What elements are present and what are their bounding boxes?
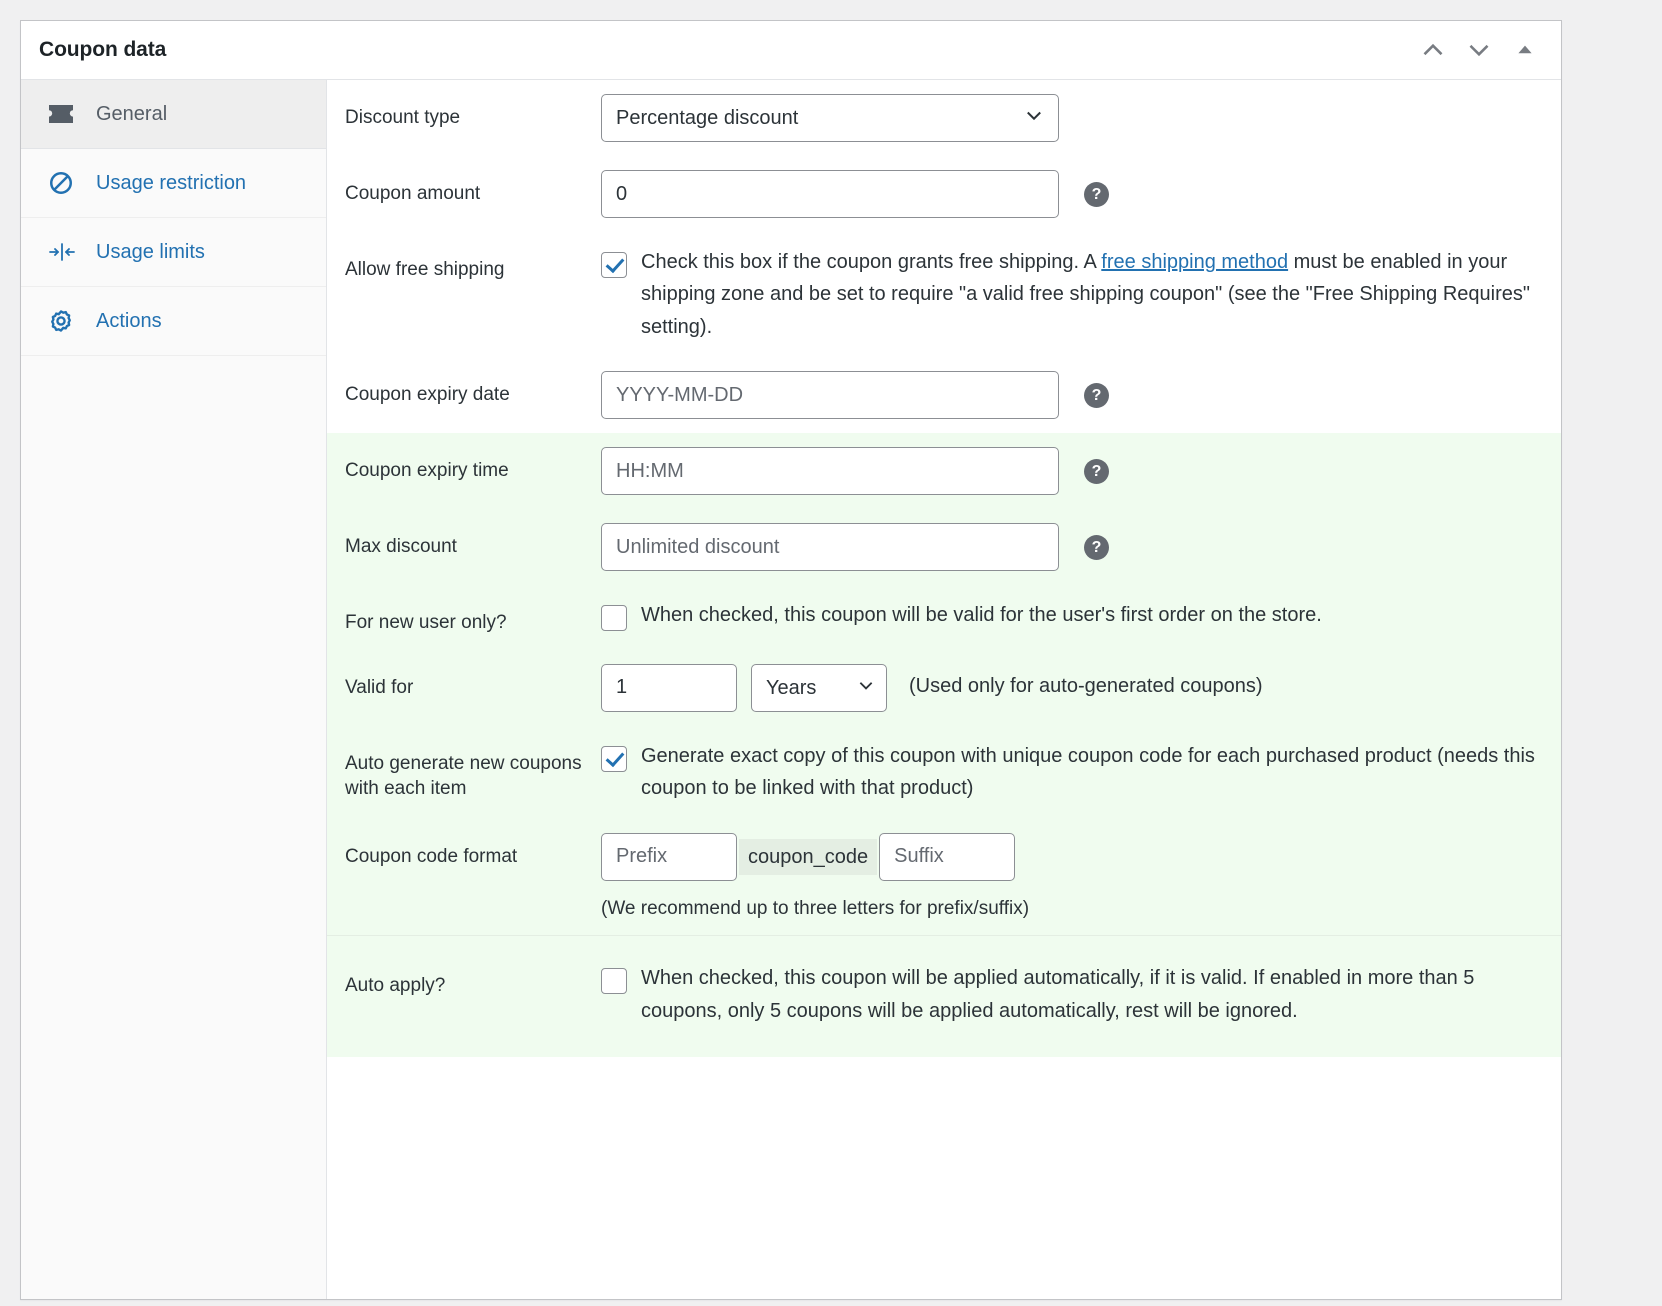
allow-free-shipping-checkbox[interactable] — [601, 252, 627, 278]
coupon-data-tabs: General Usage restriction Usage limits A… — [21, 80, 327, 1299]
field-for-new-user-only: For new user only? When checked, this co… — [327, 585, 1561, 650]
coupon-amount-input[interactable] — [601, 170, 1059, 218]
general-options-group: Discount type Percentage discount Coupon… — [327, 80, 1561, 434]
triangle-up-icon — [1514, 39, 1536, 61]
screen: Coupon data General Usage restriction Us… — [0, 0, 1662, 1306]
sidebar-item-general[interactable]: General — [21, 80, 326, 149]
for-new-user-only-checkbox[interactable] — [601, 605, 627, 632]
sidebar-item-label: Usage restriction — [96, 172, 247, 194]
move-down-button[interactable] — [1457, 28, 1501, 72]
coupon-expiry-time-label: Coupon expiry time — [345, 460, 509, 482]
coupon-options: Discount type Percentage discount Coupon… — [327, 80, 1561, 1299]
help-icon[interactable]: ? — [1084, 383, 1109, 409]
valid-for-note: (Used only for auto-generated coupons) — [909, 674, 1263, 697]
move-up-button[interactable] — [1411, 28, 1455, 72]
auto-apply-label: Auto apply? — [345, 975, 446, 997]
for-new-user-only-description: When checked, this coupon will be valid … — [641, 604, 1322, 627]
sidebar-item-label: General — [96, 103, 168, 125]
free-shipping-text-before: Check this box if the coupon grants free… — [641, 251, 1102, 273]
ticket-icon — [48, 104, 78, 124]
toggle-panel-button[interactable] — [1503, 28, 1547, 72]
coupon-data-panel: Coupon data General Usage restriction Us… — [20, 20, 1562, 1300]
sidebar-item-label: Actions — [96, 310, 162, 332]
coupon-expiry-date-label: Coupon expiry date — [345, 384, 510, 406]
sidebar-item-usage-limits[interactable]: Usage limits — [21, 218, 326, 287]
sidebar-item-usage-restriction[interactable]: Usage restriction — [21, 149, 326, 218]
allow-free-shipping-description: Check this box if the coupon grants free… — [641, 246, 1561, 343]
chevron-down-icon — [1466, 37, 1492, 63]
coupon-code-prefix-input[interactable] — [601, 832, 737, 881]
panel-header-actions — [1411, 28, 1547, 72]
for-new-user-only-label: For new user only? — [345, 612, 507, 634]
auto-generate-checkbox[interactable] — [601, 745, 627, 772]
help-icon[interactable]: ? — [1084, 182, 1109, 207]
auto-apply-description: When checked, this coupon will be applie… — [641, 967, 1475, 1022]
coupon-expiry-date-input[interactable] — [601, 371, 1059, 420]
allow-free-shipping-label: Allow free shipping — [345, 259, 505, 280]
field-coupon-expiry-date: Coupon expiry date ? — [327, 357, 1561, 433]
auto-generate-description: Generate exact copy of this coupon with … — [641, 744, 1535, 800]
coupon-code-suffix-input[interactable] — [879, 832, 1016, 881]
sidebar-item-actions[interactable]: Actions — [21, 287, 326, 356]
discount-type-label: Discount type — [345, 107, 461, 128]
max-discount-label: Max discount — [345, 536, 457, 558]
auto-apply-checkbox[interactable] — [601, 968, 627, 995]
limits-icon — [48, 241, 78, 263]
auto-apply-group: Auto apply? When checked, this coupon wi… — [327, 935, 1561, 1058]
valid-for-unit-select[interactable]: Years — [751, 663, 887, 712]
field-coupon-expiry-time: Coupon expiry time ? — [327, 433, 1561, 509]
help-icon[interactable]: ? — [1084, 459, 1109, 485]
gear-icon — [48, 308, 78, 334]
max-discount-input[interactable] — [601, 523, 1059, 572]
field-coupon-code-format: Coupon code format coupon_code (We recom… — [327, 819, 1561, 936]
help-icon[interactable]: ? — [1084, 535, 1109, 561]
block-icon — [48, 170, 78, 196]
valid-for-amount-input[interactable] — [601, 663, 737, 712]
coupon-amount-label: Coupon amount — [345, 183, 481, 204]
field-max-discount: Max discount ? — [327, 509, 1561, 585]
coupon-code-format-hint: (We recommend up to three letters for pr… — [601, 897, 1030, 919]
field-coupon-amount: Coupon amount ? — [327, 156, 1561, 232]
panel-header: Coupon data — [21, 21, 1561, 80]
field-auto-generate: Auto generate new coupons with each item… — [327, 726, 1561, 819]
sidebar-item-label: Usage limits — [96, 241, 205, 263]
valid-for-label: Valid for — [345, 676, 414, 698]
field-auto-apply: Auto apply? When checked, this coupon wi… — [327, 936, 1561, 1057]
free-shipping-method-link[interactable]: free shipping method — [1101, 251, 1288, 273]
coupon-code-token: coupon_code — [739, 838, 878, 875]
page-title: Coupon data — [39, 38, 167, 61]
field-discount-type: Discount type Percentage discount — [327, 80, 1561, 156]
coupon-code-format-label: Coupon code format — [345, 845, 518, 867]
chevron-up-icon — [1420, 37, 1446, 63]
panel-body: General Usage restriction Usage limits A… — [21, 80, 1561, 1299]
field-valid-for: Valid for Years (Used o — [327, 650, 1561, 726]
extended-options-group: Coupon expiry time ? Max discount ? — [327, 433, 1561, 936]
coupon-expiry-time-input[interactable] — [601, 447, 1059, 496]
field-allow-free-shipping: Allow free shipping Check this box if th… — [327, 232, 1561, 357]
auto-generate-label: Auto generate new coupons with each item — [345, 752, 582, 800]
discount-type-select[interactable]: Percentage discount — [601, 94, 1059, 142]
